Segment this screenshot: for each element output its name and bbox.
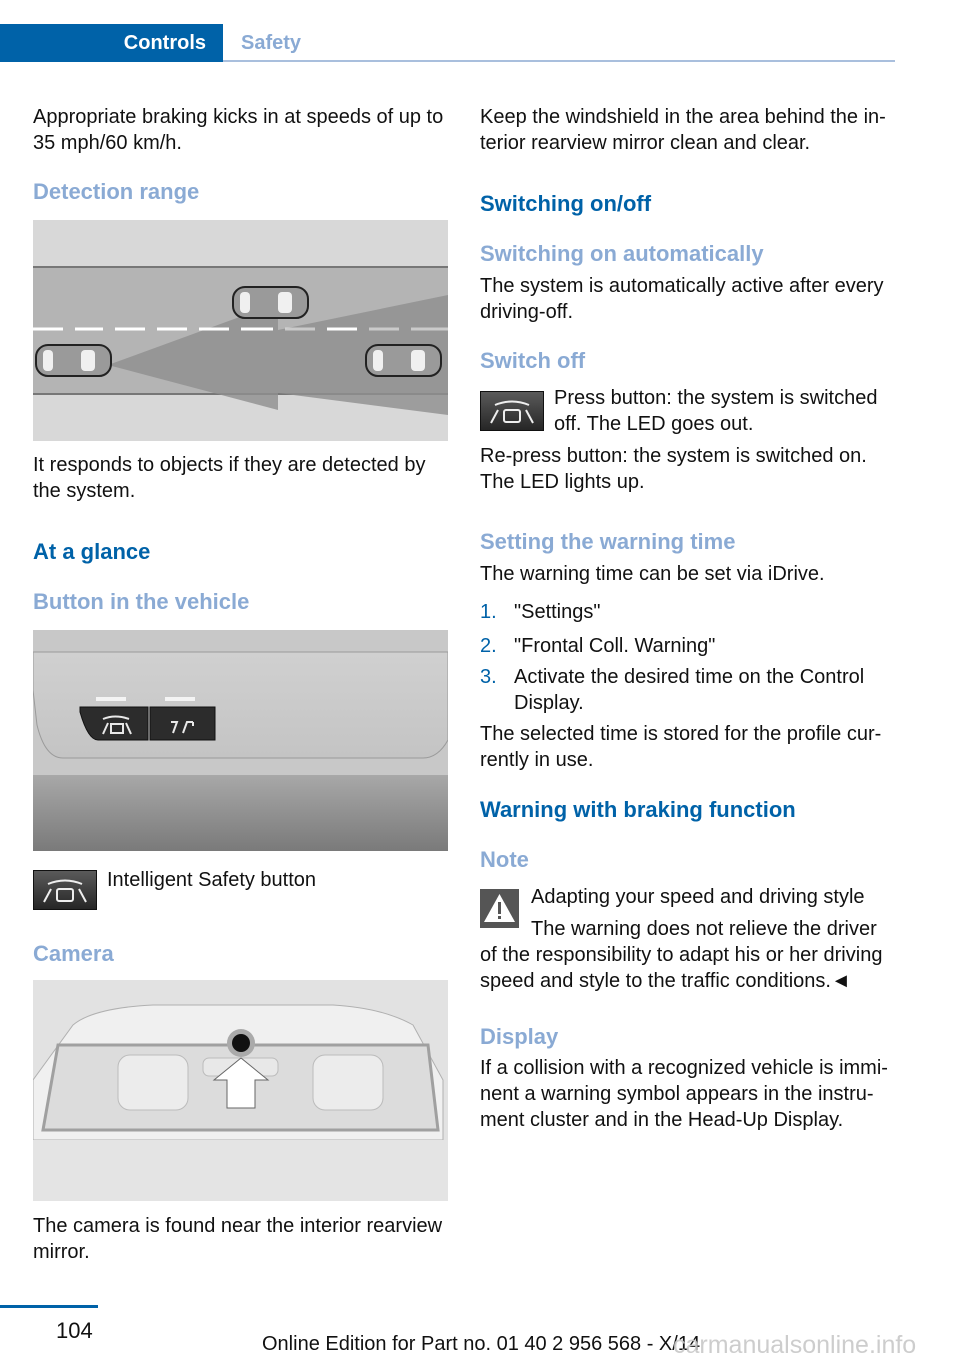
text-line: ment cluster and in the Head-Up Display.: [480, 1109, 844, 1131]
text-line: rently in use.: [480, 749, 594, 771]
text-line: It responds to objects if they are detec…: [33, 454, 426, 476]
step-text: Activate the desired time on the Control…: [514, 664, 864, 716]
chapter-header: Controls Safety: [0, 24, 895, 62]
auto-paragraph: The system is automatically active after…: [480, 273, 883, 325]
text-line: The system is automatically active after…: [480, 275, 884, 297]
car-lane-icon: [490, 400, 534, 424]
warning-time-paragraph: The warning time can be set via iDrive.: [480, 563, 825, 585]
edition-text: Online Edition for Part no. 01 40 2 956 …: [262, 1333, 701, 1355]
text-line: of the responsibility to adapt his or he…: [480, 944, 883, 966]
header-divider: [223, 60, 895, 62]
text-line: nent a warning symbol appears in the ins…: [480, 1083, 874, 1105]
note-paragraph: of the responsibility to adapt his or he…: [480, 942, 882, 994]
step-text: "Settings": [514, 601, 601, 623]
footer-divider: [0, 1305, 98, 1308]
warning-icon: [480, 889, 519, 928]
heading-camera: Camera: [33, 941, 114, 966]
intelligent-safety-button-icon: [480, 391, 544, 431]
heading-switch-off: Switch off: [480, 348, 586, 373]
text-line: Press button: the system is switched: [554, 387, 878, 409]
display-paragraph: If a collision with a recognized vehicle…: [480, 1055, 888, 1133]
heading-display: Display: [480, 1024, 559, 1049]
car-icon: [35, 344, 112, 377]
heading-setting-warning-time: Setting the warning time: [480, 529, 736, 554]
text-line: driving-off.: [480, 301, 574, 323]
button-panel-diagram: [33, 630, 448, 851]
warning-triangle: [484, 894, 515, 922]
text-line: If a collision with a recognized vehicle…: [480, 1057, 888, 1079]
page-number: 104: [56, 1318, 93, 1343]
step-number: 2.: [480, 635, 497, 657]
heading-button-in-vehicle: Button in the vehicle: [33, 589, 250, 614]
watermark: carmanualsonline.info: [673, 1331, 917, 1359]
text-line: 35 mph/60 km/h.: [33, 132, 182, 154]
text-line: the system.: [33, 480, 136, 502]
note-title: Adapting your speed and driving style: [531, 886, 865, 908]
repress-paragraph: Re-press button: the system is switched …: [480, 443, 867, 495]
windshield-paragraph: Keep the windshield in the area behind t…: [480, 104, 886, 156]
camera-caption: The camera is found near the interior re…: [33, 1213, 442, 1265]
text-line: Appropriate braking kicks in at speeds o…: [33, 106, 444, 128]
heading-switching-on-off: Switching on/off: [480, 191, 652, 216]
lane-departure-button[interactable]: [149, 706, 216, 741]
car-icon: [365, 344, 442, 377]
detection-caption: It responds to objects if they are detec…: [33, 452, 425, 504]
text-line: The camera is found near the interior re…: [33, 1215, 443, 1237]
text-line: speed and style to the traffic condition…: [480, 970, 851, 992]
note-text-line: The warning does not relieve the driver: [531, 918, 877, 940]
tab-safety[interactable]: Safety: [241, 24, 301, 62]
windshield-camera-diagram: [33, 980, 448, 1201]
text-line: mirror.: [33, 1241, 90, 1263]
camera-illustration: [33, 980, 448, 1201]
step-text: "Frontal Coll. Warning": [514, 635, 716, 657]
heading-warning-braking: Warning with braking function: [480, 797, 796, 822]
stored-paragraph: The selected time is stored for the prof…: [480, 721, 881, 773]
button-illustration: [33, 630, 448, 851]
heading-note: Note: [480, 847, 529, 872]
heading-switching-on-automatically: Switching on automatically: [480, 241, 764, 266]
press-button-paragraph: Press button: the system is switched off…: [554, 385, 877, 437]
text-line: The LED lights up.: [480, 471, 645, 493]
button-caption: Intelligent Safety button: [107, 869, 317, 891]
text-line: The selected time is stored for the prof…: [480, 723, 882, 745]
step-number: 1.: [480, 601, 497, 623]
text-line: Keep the windshield in the area behind t…: [480, 106, 886, 128]
camera-lens: [232, 1034, 250, 1052]
text-line: Activate the desired time on the Control: [514, 666, 865, 688]
text-line: Re-press button: the system is switched …: [480, 445, 867, 467]
detection-range-illustration: [33, 220, 448, 441]
text-line: off. The LED goes out.: [554, 413, 754, 435]
step-number: 3.: [480, 666, 497, 688]
text-line: terior rearview mirror clean and clear.: [480, 132, 811, 154]
car-lane-icon: [43, 879, 87, 903]
text-line: Display.: [514, 692, 584, 714]
tab-controls[interactable]: Controls: [0, 24, 223, 62]
heading-at-a-glance: At a glance: [33, 539, 151, 564]
intro-paragraph: Appropriate braking kicks in at speeds o…: [33, 104, 443, 156]
intelligent-safety-button-icon: [33, 870, 97, 910]
heading-detection-range: Detection range: [33, 179, 200, 204]
car-icon: [232, 286, 309, 319]
detection-range-diagram: [33, 220, 448, 441]
